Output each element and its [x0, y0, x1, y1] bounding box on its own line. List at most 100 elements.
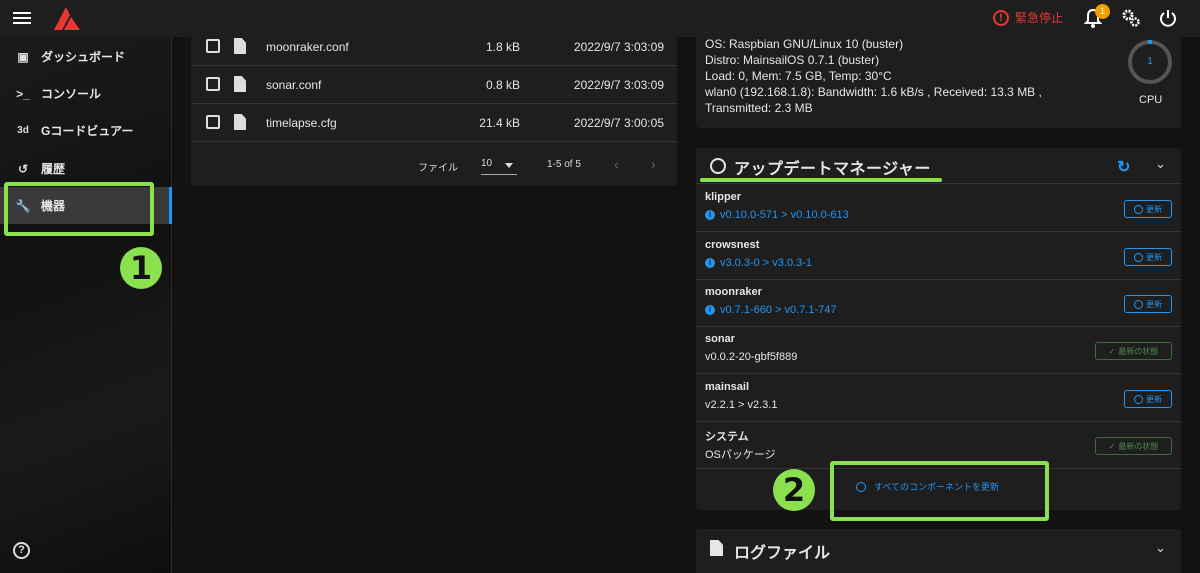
update-all-button[interactable]: すべてのコンポーネントを更新 — [856, 480, 999, 493]
list-item: moonraker i v0.7.1-660 > v0.7.1-747 更新 — [696, 280, 1181, 327]
page-range: 1-5 of 5 — [547, 159, 581, 170]
file-icon — [234, 76, 246, 92]
power-icon[interactable] — [1158, 8, 1178, 28]
file-icon — [234, 38, 246, 54]
component-version: v2.2.1 > v2.3.1 — [705, 399, 778, 411]
sidebar-item-gcode-viewer[interactable]: 3d Gコードビュアー — [0, 112, 172, 149]
chevron-down-icon[interactable]: ⌄ — [1155, 540, 1166, 556]
file-size: 21.4 kB — [479, 116, 520, 130]
console-icon: >_ — [16, 86, 30, 101]
update-icon — [856, 481, 866, 492]
sidebar-item-history[interactable]: ↺ 履歴 — [0, 150, 172, 187]
help-icon[interactable]: ? — [13, 542, 30, 559]
step-marker-1: 1 — [120, 247, 162, 289]
3d-icon: 3d — [17, 125, 29, 136]
component-version: i v0.10.0-571 > v0.10.0-613 — [705, 209, 849, 221]
component-name: sonar — [705, 333, 735, 345]
sidebar-item-label: 機器 — [41, 199, 66, 213]
file-name[interactable]: timelapse.cfg — [266, 116, 337, 130]
check-icon: ✓ — [1108, 346, 1116, 356]
transmitted-info: Transmitted: 2.3 MB — [705, 101, 813, 115]
component-name: crowsnest — [705, 239, 760, 251]
mainsail-logo[interactable] — [52, 5, 82, 31]
table-row[interactable]: moonraker.conf 1.8 kB 2022/9/7 3:03:09 — [191, 28, 677, 66]
component-name: moonraker — [705, 286, 762, 298]
component-version: i v0.7.1-660 > v0.7.1-747 — [705, 304, 837, 316]
config-file-list: moonraker.conf 1.8 kB 2022/9/7 3:03:09 s… — [191, 28, 677, 186]
rows-per-page-label: ファイル — [418, 163, 458, 174]
update-button[interactable]: 更新 — [1124, 295, 1172, 313]
cpu-label: CPU — [1139, 94, 1163, 106]
component-name: システム — [705, 431, 749, 443]
log-files-panel: ログファイル ⌄ — [696, 529, 1181, 573]
component-version: v0.0.2-20-gbf5f889 — [705, 351, 798, 363]
update-button[interactable]: 更新 — [1124, 200, 1172, 218]
file-document-icon — [710, 540, 723, 556]
file-date: 2022/9/7 3:03:09 — [573, 40, 664, 54]
up-to-date-button: ✓ 最新の状態 — [1095, 342, 1172, 360]
rows-per-page-value: 10 — [481, 158, 493, 169]
update-icon — [710, 158, 726, 174]
chevron-down-icon[interactable]: ⌄ — [1155, 156, 1166, 172]
chevron-left-icon[interactable]: ‹ — [614, 156, 619, 172]
list-item: sonar v0.0.2-20-gbf5f889 ✓ 最新の状態 — [696, 327, 1181, 374]
sidebar-item-console[interactable]: >_ コンソール — [0, 75, 172, 112]
component-version: OSパッケージ — [705, 449, 776, 461]
sidebar: ▣ ダッシュボード >_ コンソール 3d Gコードビュアー ↺ 履歴 🔧 機器… — [0, 37, 172, 573]
table-row[interactable]: timelapse.cfg 21.4 kB 2022/9/7 3:00:05 — [191, 104, 677, 142]
sidebar-item-label: ダッシュボード — [41, 50, 126, 64]
sidebar-item-label: コンソール — [41, 87, 102, 101]
component-name: mainsail — [705, 381, 750, 393]
update-all-label: すべてのコンポーネントを更新 — [874, 482, 1000, 492]
file-date: 2022/9/7 3:03:09 — [573, 78, 664, 92]
update-button[interactable]: 更新 — [1124, 390, 1172, 408]
update-button[interactable]: 更新 — [1124, 248, 1172, 266]
update-manager-panel: アップデートマネージャー ↻ ⌄ klipper i v0.10.0-571 > … — [696, 148, 1181, 510]
refresh-icon[interactable]: ↻ — [1117, 157, 1130, 177]
list-item: システム OSパッケージ ✓ 最新の状態 — [696, 422, 1181, 469]
host-line-partial — [705, 28, 1042, 36]
update-icon — [1134, 394, 1143, 404]
emergency-stop-label: 緊急停止 — [1015, 11, 1064, 25]
cpu-value: 1 — [1147, 56, 1153, 67]
cpu-gauge: 1 — [1128, 40, 1172, 84]
component-version: i v3.0.3-0 > v3.0.3-1 — [705, 257, 812, 269]
sidebar-item-label: 履歴 — [41, 162, 66, 176]
distro-info: Distro: MainsailOS 0.7.1 (buster) — [705, 53, 880, 67]
menu-icon[interactable] — [12, 9, 32, 27]
os-info: OS: Raspbian GNU/Linux 10 (buster) — [705, 37, 904, 51]
component-name: klipper — [705, 191, 742, 203]
caret-down-icon — [505, 163, 513, 168]
list-item: mainsail v2.2.1 > v2.3.1 更新 — [696, 375, 1181, 422]
update-icon — [1134, 204, 1143, 214]
sidebar-item-machine[interactable]: 🔧 機器 — [0, 187, 172, 224]
emergency-stop-button[interactable]: ! 緊急停止 — [993, 9, 1063, 26]
history-icon: ↺ — [17, 161, 29, 176]
list-item: crowsnest i v3.0.3-0 > v3.0.3-1 更新 — [696, 233, 1181, 280]
file-size: 1.8 kB — [485, 40, 520, 54]
update-icon — [1134, 299, 1143, 309]
up-to-date-button: ✓ 最新の状態 — [1095, 437, 1172, 455]
update-manager-title: アップデートマネージャー — [734, 161, 931, 178]
dashboard-icon: ▣ — [17, 49, 29, 64]
log-files-title: ログファイル — [734, 545, 831, 562]
info-icon: i — [705, 210, 715, 220]
highlight-underline — [700, 178, 942, 182]
alert-circle-icon: ! — [993, 9, 1009, 26]
pagination: ファイル 10 1-5 of 5 ‹ › — [191, 148, 677, 186]
file-name[interactable]: sonar.conf — [266, 78, 321, 92]
table-row[interactable]: sonar.conf 0.8 kB 2022/9/7 3:03:09 — [191, 66, 677, 104]
gears-icon[interactable] — [1121, 8, 1141, 28]
rows-per-page-select[interactable]: 10 — [481, 158, 517, 175]
row-checkbox[interactable] — [206, 39, 220, 53]
info-icon: i — [705, 258, 715, 268]
load-info: Load: 0, Mem: 7.5 GB, Temp: 30°C — [705, 69, 892, 83]
wrench-icon: 🔧 — [15, 198, 31, 213]
file-name[interactable]: moonraker.conf — [266, 40, 349, 54]
system-info-panel: OS: Raspbian GNU/Linux 10 (buster) Distr… — [696, 28, 1181, 128]
sidebar-item-dashboard[interactable]: ▣ ダッシュボード — [0, 38, 172, 75]
chevron-right-icon[interactable]: › — [651, 156, 656, 172]
network-info: wlan0 (192.168.1.8): Bandwidth: 1.6 kB/s… — [705, 85, 1042, 99]
row-checkbox[interactable] — [206, 77, 220, 91]
row-checkbox[interactable] — [206, 115, 220, 129]
